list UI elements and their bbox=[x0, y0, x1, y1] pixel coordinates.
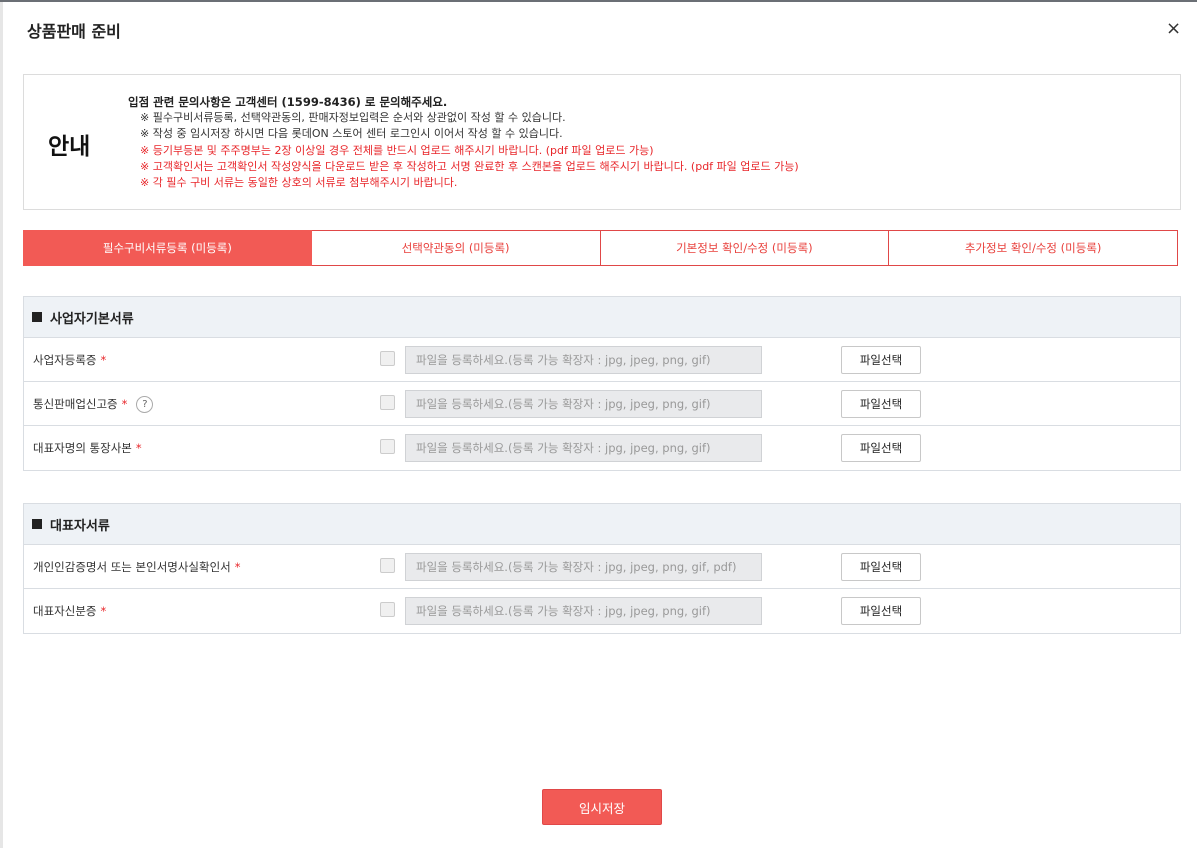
file-select-button[interactable]: 파일선택 bbox=[841, 346, 921, 374]
tab-optional-terms[interactable]: 선택약관동의 (미등록) bbox=[311, 230, 601, 266]
file-path-field[interactable]: 파일을 등록하세요.(등록 가능 확장자 : jpg, jpeg, png, g… bbox=[405, 346, 762, 374]
backdrop-edge bbox=[0, 2, 3, 848]
square-bullet-icon bbox=[32, 519, 42, 529]
file-select-button[interactable]: 파일선택 bbox=[841, 553, 921, 581]
notice-label: 안내 bbox=[48, 134, 91, 160]
doc-row-mail-order-report: 통신판매업신고증 *? 파일을 등록하세요.(등록 가능 확장자 : jpg, j… bbox=[24, 382, 1180, 426]
doc-checkbox[interactable] bbox=[380, 558, 395, 573]
file-select-button[interactable]: 파일선택 bbox=[841, 597, 921, 625]
doc-row-business-registration: 사업자등록증 * 파일을 등록하세요.(등록 가능 확장자 : jpg, jpeg… bbox=[24, 338, 1180, 382]
notice-body: 입점 관련 문의사항은 고객센터 (1599-8436) 로 문의해주세요. ※… bbox=[128, 94, 799, 191]
notice-line-warning: ※ 등기부등본 및 주주명부는 2장 이상일 경우 전체를 반드시 업로드 해주… bbox=[140, 143, 654, 157]
tab-basic-info[interactable]: 기본정보 확인/수정 (미등록) bbox=[600, 230, 890, 266]
notice-line-warning: ※ 고객확인서는 고객확인서 작성양식을 다운로드 받은 후 작성하고 서명 완… bbox=[140, 159, 799, 173]
file-path-field[interactable]: 파일을 등록하세요.(등록 가능 확장자 : jpg, jpeg, png, g… bbox=[405, 553, 762, 581]
section-header: 사업자기본서류 bbox=[24, 297, 1180, 338]
required-mark: * bbox=[234, 560, 241, 574]
doc-row-id-card: 대표자신분증 * 파일을 등록하세요.(등록 가능 확장자 : jpg, jpeg… bbox=[24, 589, 1180, 633]
close-icon[interactable]: × bbox=[1166, 19, 1181, 39]
required-mark: * bbox=[121, 397, 128, 411]
file-path-field[interactable]: 파일을 등록하세요.(등록 가능 확장자 : jpg, jpeg, png, g… bbox=[405, 597, 762, 625]
help-icon[interactable]: ? bbox=[136, 396, 154, 413]
tab-additional-info[interactable]: 추가정보 확인/수정 (미등록) bbox=[889, 230, 1178, 266]
modal-title: 상품판매 준비 bbox=[27, 22, 121, 41]
notice-line: ※ 작성 중 임시저장 하시면 다음 롯데ON 스토어 센터 로그인시 이어서 … bbox=[140, 127, 563, 141]
row-label: 개인인감증명서 또는 본인서명사실확인서 * bbox=[33, 560, 241, 574]
doc-checkbox[interactable] bbox=[380, 395, 395, 410]
section-title: 사업자기본서류 bbox=[50, 311, 134, 327]
notice-box: 안내 입점 관련 문의사항은 고객센터 (1599-8436) 로 문의해주세요… bbox=[23, 74, 1181, 210]
doc-row-bankbook-copy: 대표자명의 통장사본 * 파일을 등록하세요.(등록 가능 확장자 : jpg, … bbox=[24, 426, 1180, 470]
required-mark: * bbox=[135, 441, 142, 455]
notice-line: ※ 필수구비서류등록, 선택약관동의, 판매자정보입력은 순서와 상관없이 작성… bbox=[140, 111, 566, 125]
row-label: 대표자명의 통장사본 * bbox=[33, 441, 142, 455]
sales-prep-modal: 상품판매 준비 × 안내 입점 관련 문의사항은 고객센터 (1599-8436… bbox=[0, 0, 1197, 848]
step-tabs: 필수구비서류등록 (미등록) 선택약관동의 (미등록) 기본정보 확인/수정 (… bbox=[23, 230, 1178, 266]
section-header: 대표자서류 bbox=[24, 504, 1180, 545]
square-bullet-icon bbox=[32, 312, 42, 322]
temp-save-button[interactable]: 임시저장 bbox=[542, 789, 662, 825]
row-label: 사업자등록증 * bbox=[33, 353, 107, 367]
required-mark: * bbox=[100, 604, 107, 618]
notice-heading: 입점 관련 문의사항은 고객센터 (1599-8436) 로 문의해주세요. bbox=[128, 95, 448, 109]
doc-row-seal-certificate: 개인인감증명서 또는 본인서명사실확인서 * 파일을 등록하세요.(등록 가능 확… bbox=[24, 545, 1180, 589]
file-path-field[interactable]: 파일을 등록하세요.(등록 가능 확장자 : jpg, jpeg, png, g… bbox=[405, 390, 762, 418]
row-label: 통신판매업신고증 *? bbox=[33, 396, 154, 413]
required-mark: * bbox=[100, 353, 107, 367]
row-label: 대표자신분증 * bbox=[33, 604, 107, 618]
file-select-button[interactable]: 파일선택 bbox=[841, 434, 921, 462]
file-select-button[interactable]: 파일선택 bbox=[841, 390, 921, 418]
doc-checkbox[interactable] bbox=[380, 351, 395, 366]
section-title: 대표자서류 bbox=[50, 518, 110, 534]
tab-required-docs[interactable]: 필수구비서류등록 (미등록) bbox=[23, 230, 312, 266]
section-business-docs: 사업자기본서류 사업자등록증 * 파일을 등록하세요.(등록 가능 확장자 : j… bbox=[23, 296, 1181, 471]
file-path-field[interactable]: 파일을 등록하세요.(등록 가능 확장자 : jpg, jpeg, png, g… bbox=[405, 434, 762, 462]
notice-line-warning: ※ 각 필수 구비 서류는 동일한 상호의 서류로 첨부해주시기 바랍니다. bbox=[140, 176, 458, 190]
doc-checkbox[interactable] bbox=[380, 602, 395, 617]
section-representative-docs: 대표자서류 개인인감증명서 또는 본인서명사실확인서 * 파일을 등록하세요.(등… bbox=[23, 503, 1181, 634]
doc-checkbox[interactable] bbox=[380, 439, 395, 454]
